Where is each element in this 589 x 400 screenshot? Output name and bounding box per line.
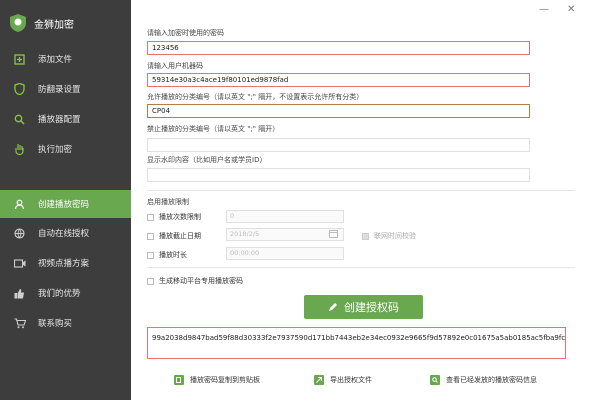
sidebar-item-label: 添加文件 xyxy=(38,55,73,65)
view-issued-passwords-button[interactable]: 查看已经发放的播放密码信息 xyxy=(430,375,537,385)
hand-icon xyxy=(14,143,36,155)
copy-to-clipboard-button[interactable]: 播放密码复制到剪贴板 xyxy=(174,375,260,385)
pen-icon xyxy=(329,303,337,311)
magnify-icon xyxy=(14,114,36,125)
sidebar-item-label: 自动在线授权 xyxy=(38,229,90,239)
divider xyxy=(147,190,575,191)
minimize-button[interactable]: — xyxy=(539,4,549,15)
sidebar-item-create-password[interactable]: 创建播放密码 xyxy=(0,190,132,218)
copy-to-clipboard-label: 播放密码复制到剪贴板 xyxy=(190,376,260,384)
nav-group-main: 添加文件 防翻录设置 播放器配置 执行加密 xyxy=(0,44,131,164)
user-icon xyxy=(14,199,36,210)
brand: 金狮加密 xyxy=(10,14,74,32)
main-panel: — ✕ 请输入加密时使用的密码 123456 请输入用户机器码 59314e30… xyxy=(131,0,589,400)
create-auth-code-button[interactable]: 创建授权码 xyxy=(304,295,423,319)
close-button[interactable]: ✕ xyxy=(567,4,575,15)
nav-group-extra: 创建播放密码 自动在线授权 视频点播方案 我们的优势 联系购买 xyxy=(0,190,132,338)
export-license-label: 导出授权文件 xyxy=(330,376,372,384)
forbidden-category-field[interactable] xyxy=(147,138,530,152)
export-license-button[interactable]: 导出授权文件 xyxy=(314,375,372,385)
sidebar-item-label: 联系购买 xyxy=(38,319,73,329)
play-duration-row: 播放时长 xyxy=(147,250,187,260)
create-auth-code-label: 创建授权码 xyxy=(344,301,399,314)
cart-icon xyxy=(14,317,36,329)
sidebar-item-label: 播放器配置 xyxy=(38,115,81,125)
allowed-category-label: 允许播放的分类编号（请以英文 ";" 隔开，不设置表示允许所有分类） xyxy=(147,93,364,101)
password-field[interactable]: 123456 xyxy=(147,41,530,55)
auth-code-output[interactable]: 99a2038d9847bad59f88d30333f2e7937590d171… xyxy=(147,327,566,359)
play-count-label: 播放次数限制 xyxy=(159,213,201,221)
add-file-icon xyxy=(14,53,36,65)
play-duration-label: 播放时长 xyxy=(159,251,187,259)
play-count-checkbox[interactable] xyxy=(147,213,154,221)
export-icon xyxy=(314,375,324,385)
machine-code-field[interactable]: 59314e30a3c4ace19f80101ed9878fad xyxy=(147,73,530,87)
sidebar-item-add-file[interactable]: 添加文件 xyxy=(0,44,131,74)
play-limit-section-label: 启用播放限制 xyxy=(147,198,189,206)
divider xyxy=(147,267,575,268)
expiry-date-label: 播放截止日期 xyxy=(159,232,201,240)
sidebar-item-player-config[interactable]: 播放器配置 xyxy=(0,104,131,134)
sidebar-item-label: 执行加密 xyxy=(38,145,73,155)
sidebar: 金狮加密 添加文件 防翻录设置 播放器配置 执行加密 创建播放密码 自动在线授权… xyxy=(0,0,132,400)
play-duration-checkbox[interactable] xyxy=(147,251,154,259)
sidebar-item-label: 我们的优势 xyxy=(38,289,81,299)
lion-shield-logo-icon xyxy=(10,14,26,32)
shield-icon xyxy=(14,83,36,95)
sidebar-item-label: 防翻录设置 xyxy=(38,85,81,95)
online-check-checkbox[interactable] xyxy=(362,232,369,240)
play-count-input[interactable]: 0 xyxy=(226,210,344,223)
expiry-date-row: 播放截止日期 xyxy=(147,231,201,241)
expiry-date-checkbox[interactable] xyxy=(147,232,154,240)
play-duration-input[interactable]: 00:00:00 xyxy=(226,247,344,260)
globe-icon xyxy=(14,227,36,239)
sidebar-item-label: 视频点播方案 xyxy=(38,259,90,269)
expiry-date-input[interactable]: 2018/2/5 xyxy=(226,228,344,241)
play-count-row: 播放次数限制 xyxy=(147,212,201,222)
forbidden-category-label: 禁止播放的分类编号（请以英文 ";" 隔开） xyxy=(147,125,280,133)
sidebar-item-vod[interactable]: 视频点播方案 xyxy=(0,248,131,278)
sidebar-item-advantages[interactable]: 我们的优势 xyxy=(0,278,131,308)
thumbs-up-icon xyxy=(14,288,36,299)
online-check-label: 联网时间校验 xyxy=(374,232,416,240)
view-issued-passwords-label: 查看已经发放的播放密码信息 xyxy=(446,376,537,384)
allowed-category-field[interactable]: CP04 xyxy=(147,104,530,118)
machine-code-label: 请输入用户机器码 xyxy=(147,62,203,70)
calendar-icon[interactable] xyxy=(329,229,338,238)
sidebar-item-auto-online[interactable]: 自动在线授权 xyxy=(0,218,131,248)
password-label: 请输入加密时使用的密码 xyxy=(147,29,224,37)
online-check-row: 联网时间校验 xyxy=(362,231,416,241)
sidebar-item-contact-buy[interactable]: 联系购买 xyxy=(0,308,131,338)
watermark-label: 显示水印内容（比如用户名或学员ID） xyxy=(147,156,267,164)
copy-icon xyxy=(174,375,184,385)
video-icon xyxy=(14,258,36,268)
search-icon xyxy=(430,375,440,385)
watermark-field[interactable] xyxy=(147,168,530,182)
sidebar-item-run-encrypt[interactable]: 执行加密 xyxy=(0,134,131,164)
sidebar-item-label: 创建播放密码 xyxy=(38,200,90,210)
mobile-password-checkbox[interactable] xyxy=(147,277,154,285)
mobile-password-label: 生成移动平台专用播放密码 xyxy=(159,277,243,285)
sidebar-item-anti-record[interactable]: 防翻录设置 xyxy=(0,74,131,104)
app-title: 金狮加密 xyxy=(34,19,74,31)
mobile-password-row: 生成移动平台专用播放密码 xyxy=(147,276,243,286)
